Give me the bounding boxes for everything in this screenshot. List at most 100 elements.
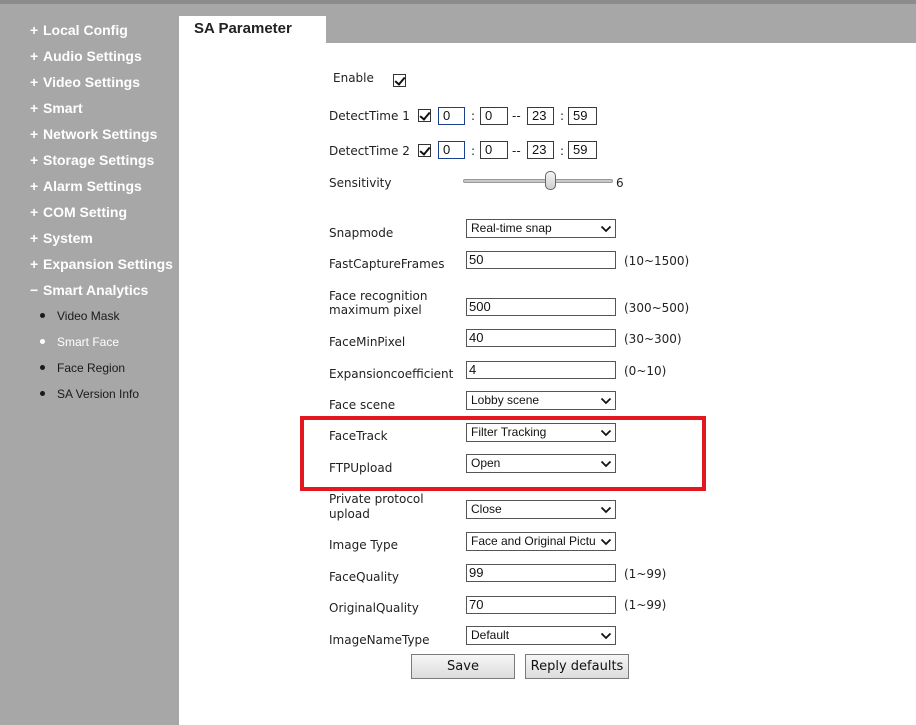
face-scene-label: Face scene	[329, 398, 396, 412]
time-separator: :	[560, 109, 565, 123]
original-quality-input[interactable]: 70	[466, 596, 616, 614]
sidebar-subitem-smart-face[interactable]: Smart Face	[40, 332, 119, 352]
expansion-coefficient-range: (0~10)	[624, 364, 667, 378]
sensitivity-slider-thumb[interactable]	[545, 171, 556, 190]
face-recognition-max-label-line1: Face recognition	[329, 289, 428, 303]
chevron-down-icon	[600, 538, 612, 546]
detect-time-2-end-hour[interactable]: 23	[527, 141, 554, 159]
face-min-pixel-input[interactable]: 40	[466, 329, 616, 347]
detect-time-2-end-minute[interactable]: 59	[568, 141, 597, 159]
sidebar-subitem-sa-version-info[interactable]: SA Version Info	[40, 384, 139, 404]
sidebar-subitem-label: Video Mask	[57, 309, 120, 323]
bullet-icon	[40, 391, 45, 397]
image-name-type-select[interactable]: Default	[466, 626, 616, 645]
detect-time-2-start-minute[interactable]: 0	[480, 141, 508, 159]
original-quality-label: OriginalQuality	[329, 601, 419, 615]
sidebar-item-label: COM Setting	[43, 204, 127, 220]
expand-icon: +	[30, 152, 39, 168]
sidebar-item-system[interactable]: + System	[30, 227, 93, 249]
detect-time-1-checkbox[interactable]	[418, 109, 431, 122]
sidebar-item-local-config[interactable]: + Local Config	[30, 19, 128, 41]
sidebar-item-com-setting[interactable]: + COM Setting	[30, 201, 127, 223]
detect-time-1-start-hour[interactable]: 0	[438, 107, 465, 125]
detect-time-1-label: DetectTime 1	[329, 109, 410, 123]
face-track-select[interactable]: Filter Tracking	[466, 423, 616, 442]
sensitivity-slider-track[interactable]	[463, 179, 613, 183]
snapmode-label: Snapmode	[329, 226, 394, 240]
fast-capture-frames-input[interactable]: 50	[466, 251, 616, 269]
expand-icon: +	[30, 74, 39, 90]
sidebar-subitem-face-region[interactable]: Face Region	[40, 358, 125, 378]
reply-defaults-button[interactable]: Reply defaults	[525, 654, 629, 679]
sidebar-item-label: Audio Settings	[43, 48, 142, 64]
face-scene-select[interactable]: Lobby scene	[466, 391, 616, 410]
sidebar-item-smart-analytics[interactable]: − Smart Analytics	[30, 279, 148, 301]
face-recognition-max-input[interactable]: 500	[466, 298, 616, 316]
expand-icon: +	[30, 48, 39, 64]
chevron-down-icon	[600, 397, 612, 405]
sidebar-item-label: Smart	[43, 100, 83, 116]
sidebar-item-network-settings[interactable]: + Network Settings	[30, 123, 157, 145]
sidebar-item-label: System	[43, 230, 93, 246]
chevron-down-icon	[600, 460, 612, 468]
bullet-icon	[40, 365, 45, 371]
face-recognition-max-label-line2: maximum pixel	[329, 303, 422, 317]
enable-label: Enable	[333, 71, 374, 85]
sidebar-item-expansion-settings[interactable]: + Expansion Settings	[30, 253, 173, 275]
select-value: Real-time snap	[471, 221, 552, 235]
bullet-icon	[40, 313, 45, 319]
original-quality-range: (1~99)	[624, 598, 667, 612]
detect-time-1-end-minute[interactable]: 59	[568, 107, 597, 125]
face-quality-range: (1~99)	[624, 567, 667, 581]
sidebar-item-label: Expansion Settings	[43, 256, 173, 272]
detect-time-2-label: DetectTime 2	[329, 144, 410, 158]
face-min-pixel-range: (30~300)	[624, 332, 682, 346]
range-separator: --	[512, 144, 521, 158]
sidebar-item-smart[interactable]: + Smart	[30, 97, 83, 119]
detect-time-1-start-minute[interactable]: 0	[480, 107, 508, 125]
sidebar-item-alarm-settings[interactable]: + Alarm Settings	[30, 175, 142, 197]
sidebar-item-label: Smart Analytics	[43, 282, 149, 298]
select-value: Default	[471, 628, 510, 642]
tab-sa-parameter[interactable]: SA Parameter	[179, 16, 326, 43]
expansion-coefficient-label: Expansioncoefficient	[329, 367, 454, 381]
select-value: Open	[471, 456, 501, 470]
sidebar-item-video-settings[interactable]: + Video Settings	[30, 71, 140, 93]
expand-icon: +	[30, 126, 39, 142]
sidebar-subitem-video-mask[interactable]: Video Mask	[40, 306, 119, 326]
private-protocol-upload-select[interactable]: Close	[466, 500, 616, 519]
select-value: Close	[471, 502, 502, 516]
sidebar-item-label: Network Settings	[43, 126, 158, 142]
sidebar-nav: + Local Config + Audio Settings + Video Set…	[0, 4, 179, 725]
detect-time-2-start-hour[interactable]: 0	[438, 141, 465, 159]
select-value: Filter Tracking	[471, 425, 547, 439]
enable-checkbox[interactable]	[393, 74, 406, 87]
sidebar-item-label: Storage Settings	[43, 152, 155, 168]
detect-time-1-end-hour[interactable]: 23	[527, 107, 554, 125]
sidebar-item-storage-settings[interactable]: + Storage Settings	[30, 149, 154, 171]
private-protocol-upload-label-line2: upload	[329, 507, 370, 521]
chevron-down-icon	[600, 429, 612, 437]
sidebar-subitem-label: Smart Face	[57, 335, 120, 349]
expand-icon: +	[30, 204, 39, 220]
bullet-icon	[40, 339, 45, 345]
image-type-select[interactable]: Face and Original Pictu	[466, 532, 616, 551]
detect-time-2-checkbox[interactable]	[418, 144, 431, 157]
time-separator: :	[560, 144, 565, 158]
time-separator: :	[471, 109, 476, 123]
expansion-coefficient-input[interactable]: 4	[466, 361, 616, 379]
expand-icon: +	[30, 256, 39, 272]
sidebar-item-audio-settings[interactable]: + Audio Settings	[30, 45, 142, 67]
snapmode-select[interactable]: Real-time snap	[466, 219, 616, 238]
face-recognition-max-range: (300~500)	[624, 301, 690, 315]
ftp-upload-select[interactable]: Open	[466, 454, 616, 473]
image-name-type-label: ImageNameType	[329, 633, 430, 647]
save-button[interactable]: Save	[411, 654, 515, 679]
face-quality-input[interactable]: 99	[466, 564, 616, 582]
sidebar-subitem-label: Face Region	[57, 361, 126, 375]
fast-capture-frames-range: (10~1500)	[624, 254, 690, 268]
expand-icon: +	[30, 100, 39, 116]
sidebar-item-label: Video Settings	[43, 74, 140, 90]
sensitivity-label: Sensitivity	[329, 176, 392, 190]
expand-icon: +	[30, 230, 39, 246]
